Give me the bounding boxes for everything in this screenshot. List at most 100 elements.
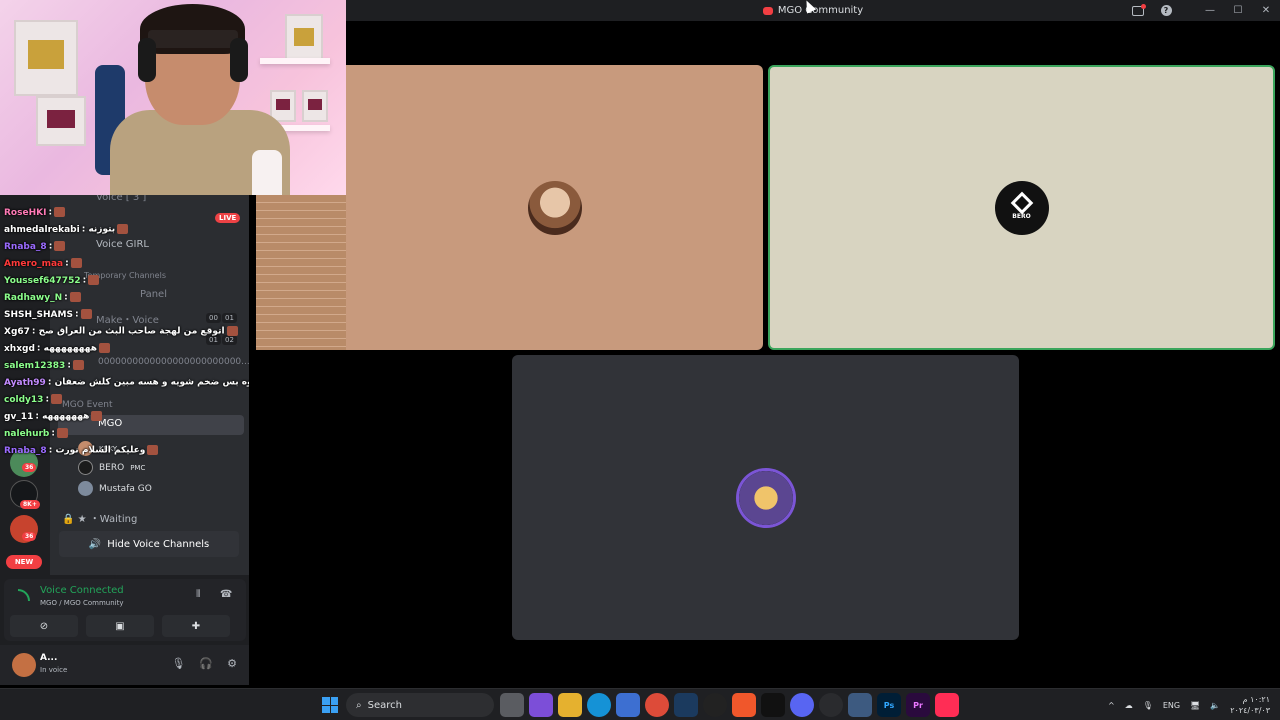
- network-icon[interactable]: 🖥: [1190, 701, 1200, 710]
- tile-background-stripes: [256, 195, 350, 350]
- minimize-button[interactable]: —: [1196, 0, 1224, 21]
- participant-avatar: BERO: [994, 180, 1049, 235]
- chat-text: : وعليكم السلام نورت: [48, 445, 146, 456]
- obs-icon[interactable]: [703, 693, 727, 717]
- tiktok-icon[interactable]: [935, 693, 959, 717]
- participant-tile[interactable]: [512, 355, 1019, 640]
- chat-emote-icon: [80, 309, 92, 319]
- chat-message: Ayath99: ترى والله سالار مو سمين هوه بس …: [4, 377, 249, 388]
- edge-icon[interactable]: [587, 693, 611, 717]
- chat-text: :: [45, 394, 50, 405]
- settings-gear-icon[interactable]: ⚙: [227, 657, 237, 670]
- voice-user-name: Mustafa GO: [99, 483, 152, 494]
- channel-event[interactable]: MGO Event: [62, 400, 112, 410]
- chat-username: Rnaba_8: [4, 445, 47, 456]
- chat-username: gv_11: [4, 411, 34, 422]
- chat-emote-icon: [226, 326, 238, 336]
- chat-text: :: [64, 292, 68, 303]
- noise-suppression-icon[interactable]: ⦀: [196, 589, 200, 600]
- shelf: [260, 58, 330, 64]
- chat-message: Rnaba_8:: [4, 241, 67, 252]
- chrome-icon[interactable]: [645, 693, 669, 717]
- chat-emote-icon: [51, 394, 63, 404]
- voice-user[interactable]: Mustafa GO: [78, 481, 152, 496]
- chat-text: :: [82, 275, 87, 286]
- photoshop-icon[interactable]: Ps: [877, 693, 901, 717]
- headphones-icon[interactable]: 🎧: [199, 657, 213, 670]
- disconnect-icon[interactable]: ☎: [220, 589, 232, 600]
- language-indicator[interactable]: ENG: [1163, 701, 1180, 710]
- chat-message: Radhawy_N:: [4, 292, 83, 303]
- help-icon[interactable]: ?: [1152, 0, 1180, 21]
- steam-icon[interactable]: [674, 693, 698, 717]
- inbox-icon[interactable]: [1124, 0, 1152, 21]
- premiere-icon[interactable]: Pr: [906, 693, 930, 717]
- taskbar-search[interactable]: ⌕ Search: [346, 693, 494, 717]
- speaker-icon: 🔊: [88, 538, 102, 550]
- chat-username: Xg67: [4, 326, 30, 337]
- participant-tile-speaking[interactable]: BERO: [768, 65, 1275, 350]
- channel-voice[interactable]: Voice [ 3 ]: [96, 195, 146, 203]
- chatgpt-icon[interactable]: [819, 693, 843, 717]
- snipping-tool-icon[interactable]: [848, 693, 872, 717]
- search-label: Search: [367, 699, 402, 711]
- avatar[interactable]: [12, 653, 36, 677]
- file-explorer-icon[interactable]: [558, 693, 582, 717]
- mic-tray-icon[interactable]: 🎙: [1143, 701, 1153, 710]
- maximize-button[interactable]: ☐: [1224, 0, 1252, 21]
- voice-location[interactable]: MGO / MGO Community: [40, 599, 124, 607]
- task-view-icon[interactable]: [500, 693, 524, 717]
- signal-icon: [18, 589, 30, 601]
- store-icon[interactable]: [616, 693, 640, 717]
- chat-text: : ههههههههه: [36, 343, 97, 354]
- hide-voice-channels-button[interactable]: 🔊 Hide Voice Channels: [59, 531, 239, 557]
- participant-avatar: [738, 470, 793, 525]
- discord-sidebar: 36 8K+ 36 NEW Voice [ 3 ] LIVE Voice GIR…: [0, 195, 249, 685]
- webcam-overlay: [0, 0, 346, 195]
- avatar: [78, 460, 93, 475]
- cloud-icon[interactable]: ☁: [1125, 701, 1133, 710]
- participant-tile[interactable]: [346, 65, 763, 350]
- chat-message: Xg67: اتوقع من لهجة صاحب البث من العراق …: [4, 326, 240, 337]
- clock[interactable]: ١٠:٢١ م ٢٠٢٤/٠٣/٠٣: [1230, 694, 1270, 716]
- chat-emote-icon: [91, 411, 103, 421]
- chat-message: xhxgd: ههههههههه: [4, 343, 112, 354]
- taskbar: ⌕ Search Ps Pr ^ ☁ 🎙 ENG 🖥 🔈 ١٠:٢١ م ٢٠٢…: [0, 688, 1280, 720]
- chat-emote-icon: [54, 207, 66, 217]
- channel-waiting[interactable]: 🔒 ★ ・Waiting: [62, 510, 137, 525]
- screen-share-icon: ▣: [115, 620, 125, 632]
- channel-make-voice[interactable]: Make・Voice: [96, 311, 159, 326]
- close-button[interactable]: ✕: [1252, 0, 1280, 21]
- channel-panel[interactable]: Panel: [140, 289, 167, 300]
- voice-status[interactable]: Voice Connected: [40, 585, 124, 596]
- start-button[interactable]: [322, 697, 338, 713]
- volume-icon[interactable]: 🔈: [1210, 701, 1220, 710]
- voice-user[interactable]: BERO PMC: [78, 460, 145, 475]
- copilot-icon[interactable]: [529, 693, 553, 717]
- channel-voice-girl[interactable]: Voice GIRL: [96, 239, 149, 250]
- headphones: [230, 38, 248, 82]
- brave-icon[interactable]: [732, 693, 756, 717]
- capcut-icon[interactable]: [761, 693, 785, 717]
- chat-username: nalehurb: [4, 428, 50, 439]
- channel-long[interactable]: 0000000000000000000000000...: [98, 357, 249, 367]
- system-tray: ^ ☁ 🎙 ENG 🖥 🔈 ١٠:٢١ م ٢٠٢٤/٠٣/٠٣: [1108, 689, 1270, 720]
- chat-emote-icon: [117, 224, 129, 234]
- discord-taskbar-icon[interactable]: [790, 693, 814, 717]
- microphone-icon[interactable]: 🎙: [171, 657, 185, 670]
- bero-logo-icon: [1010, 191, 1033, 215]
- chat-text: : بتوزنه: [81, 224, 116, 235]
- chat-emote-icon: [54, 241, 66, 251]
- camera-off-button[interactable]: ⊘: [10, 615, 78, 637]
- chat-username: RoseHKI: [4, 207, 47, 218]
- tray-chevron-icon[interactable]: ^: [1108, 701, 1115, 710]
- chat-text: :: [48, 207, 53, 218]
- chat-emote-icon: [70, 258, 82, 268]
- discord-icon: [762, 6, 773, 15]
- activities-button[interactable]: ✚: [162, 615, 230, 637]
- screen-share-button[interactable]: ▣: [86, 615, 154, 637]
- clock-time: ١٠:٢١ م: [1242, 695, 1270, 704]
- voice-user-tag: PMC: [130, 463, 146, 472]
- chat-text: :: [51, 428, 55, 439]
- username[interactable]: A...: [40, 653, 57, 663]
